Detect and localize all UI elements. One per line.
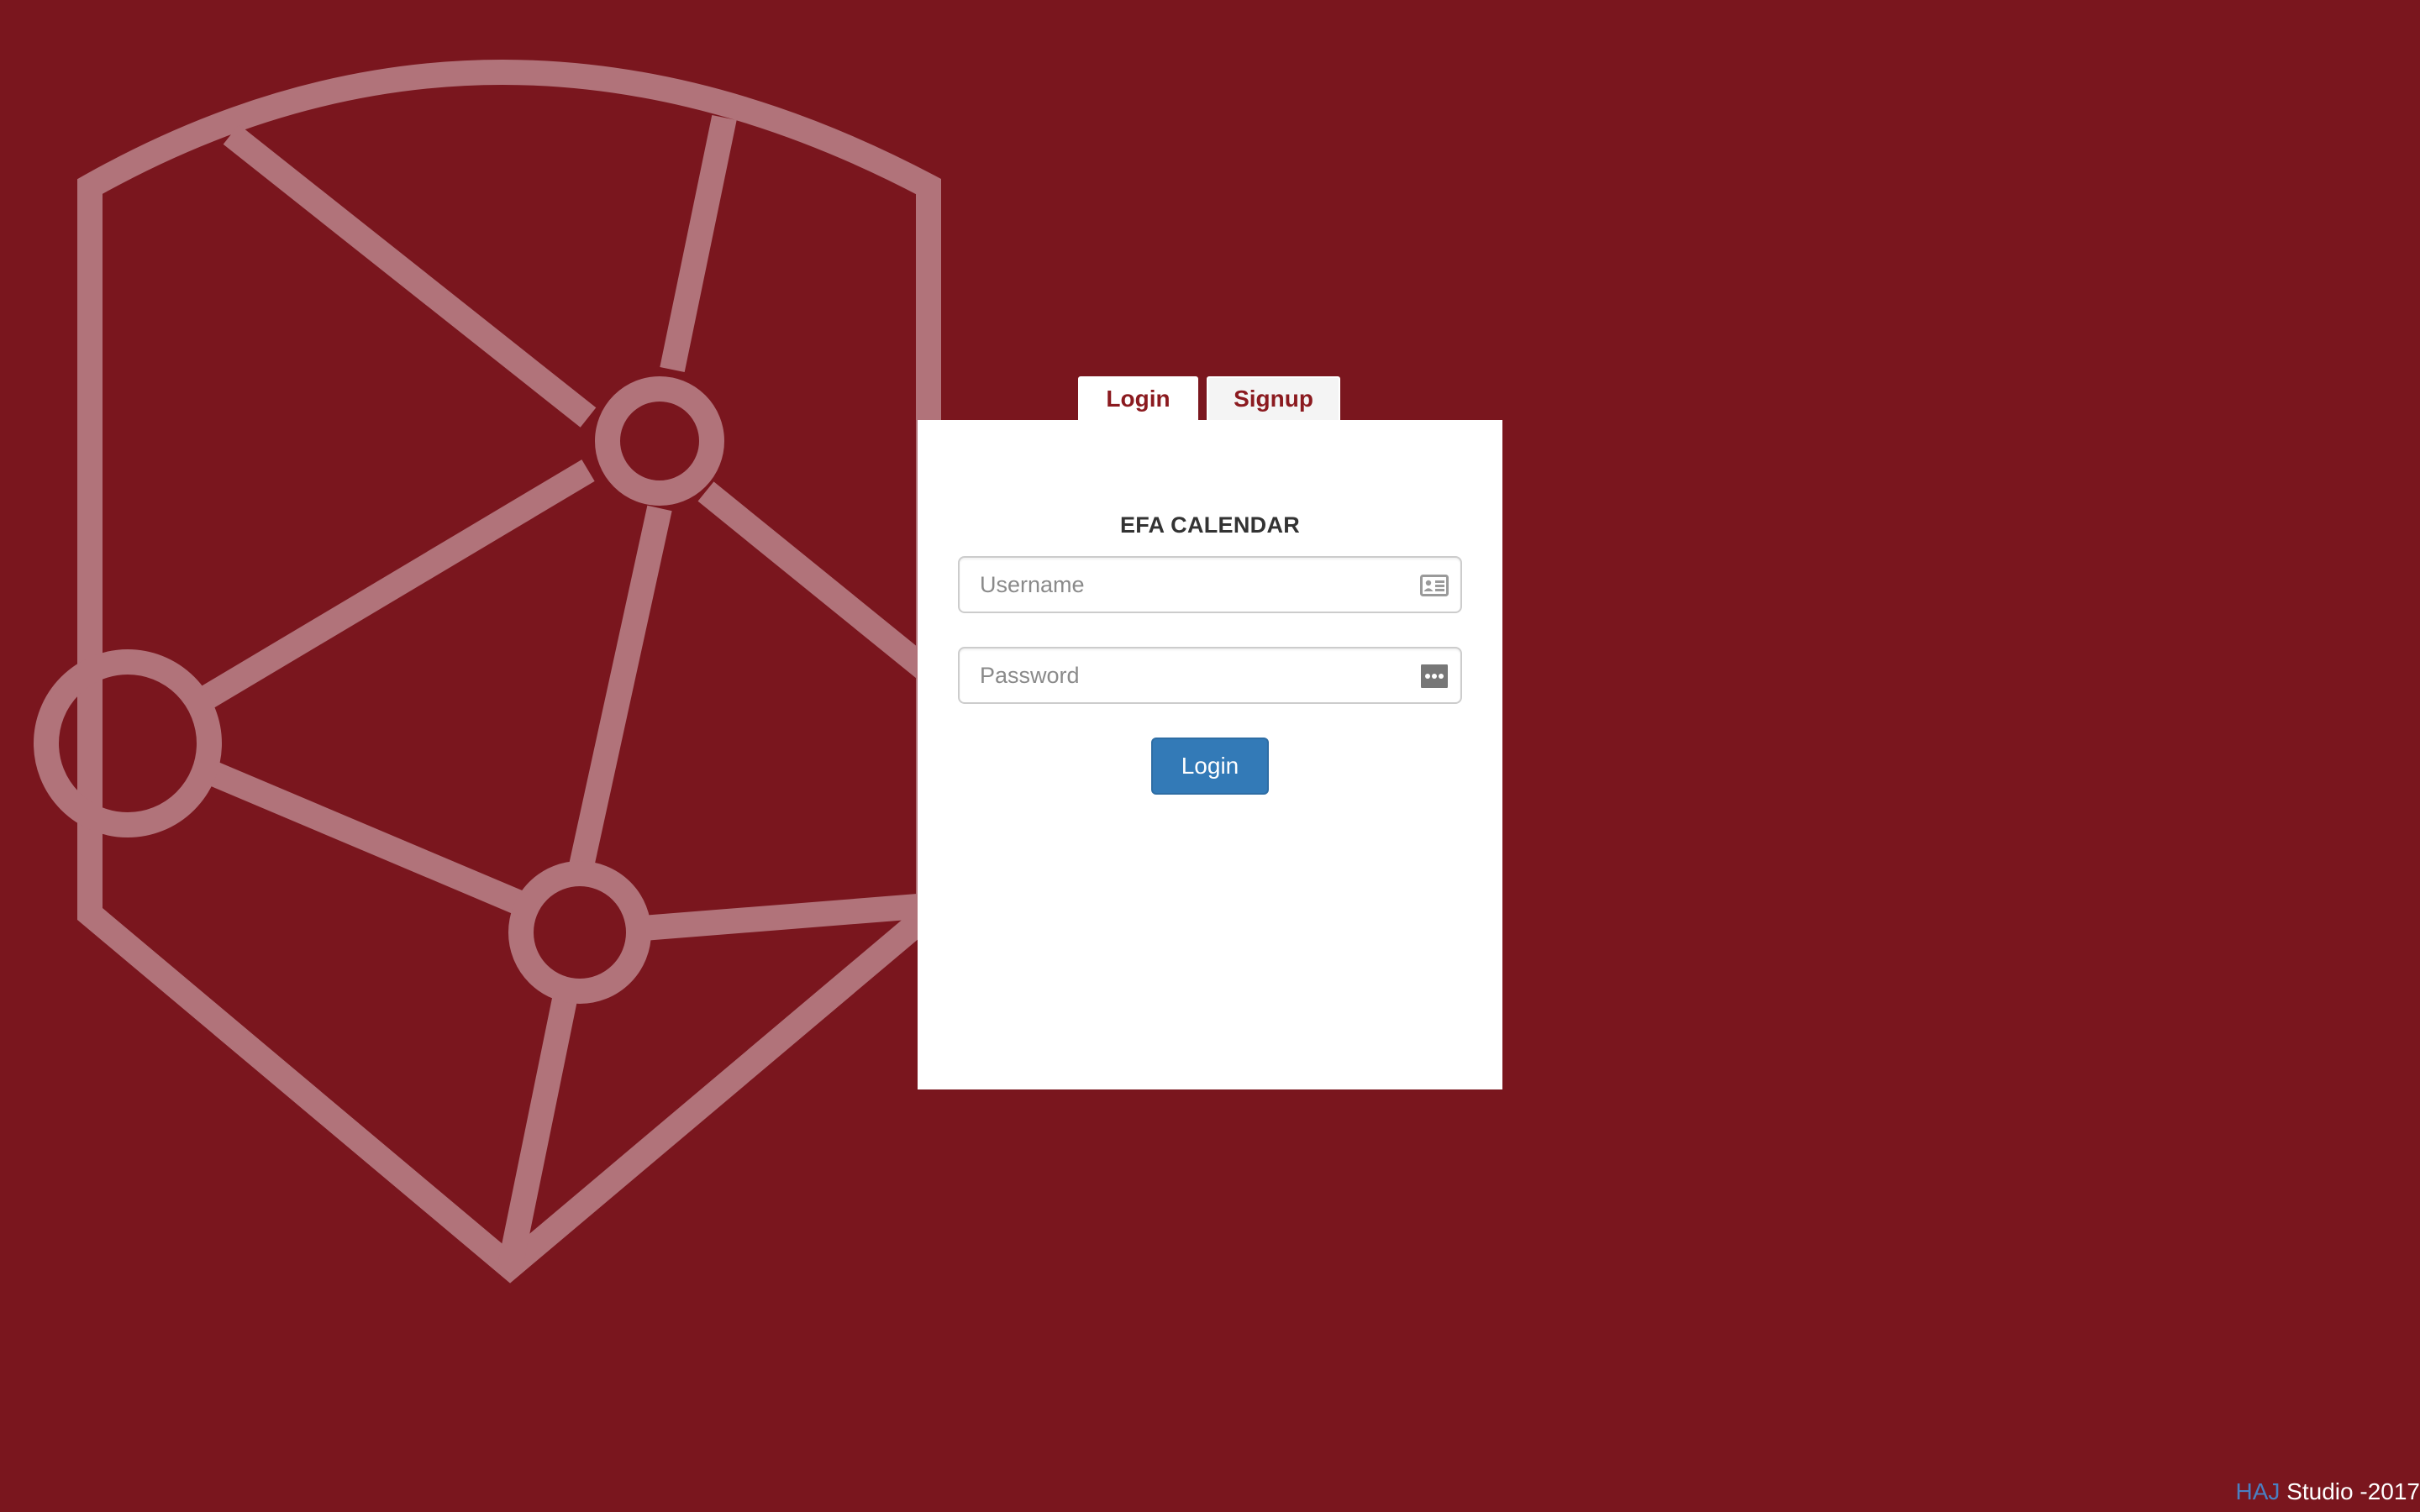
tab-signup[interactable]: Signup	[1207, 376, 1340, 420]
footer-text: Studio -2017	[2280, 1478, 2420, 1504]
username-field[interactable]	[958, 556, 1462, 613]
footer-brand: HAJ	[2235, 1478, 2281, 1504]
username-input[interactable]	[960, 558, 1397, 612]
password-input[interactable]	[960, 648, 1397, 702]
password-field[interactable]	[958, 647, 1462, 704]
id-card-icon	[1420, 575, 1449, 596]
login-button[interactable]: Login	[1151, 738, 1269, 795]
login-page: Login Signup EFA CALENDAR Username Login…	[0, 0, 2420, 1512]
auth-tabs: Login Signup	[1078, 376, 1340, 422]
tab-login[interactable]: Login	[1078, 376, 1198, 422]
login-card: EFA CALENDAR Login	[918, 420, 1502, 1089]
app-title: EFA CALENDAR	[1119, 512, 1301, 538]
footer-credit: HAJ Studio -2017	[2236, 1478, 2420, 1505]
password-dots-icon	[1421, 664, 1448, 688]
